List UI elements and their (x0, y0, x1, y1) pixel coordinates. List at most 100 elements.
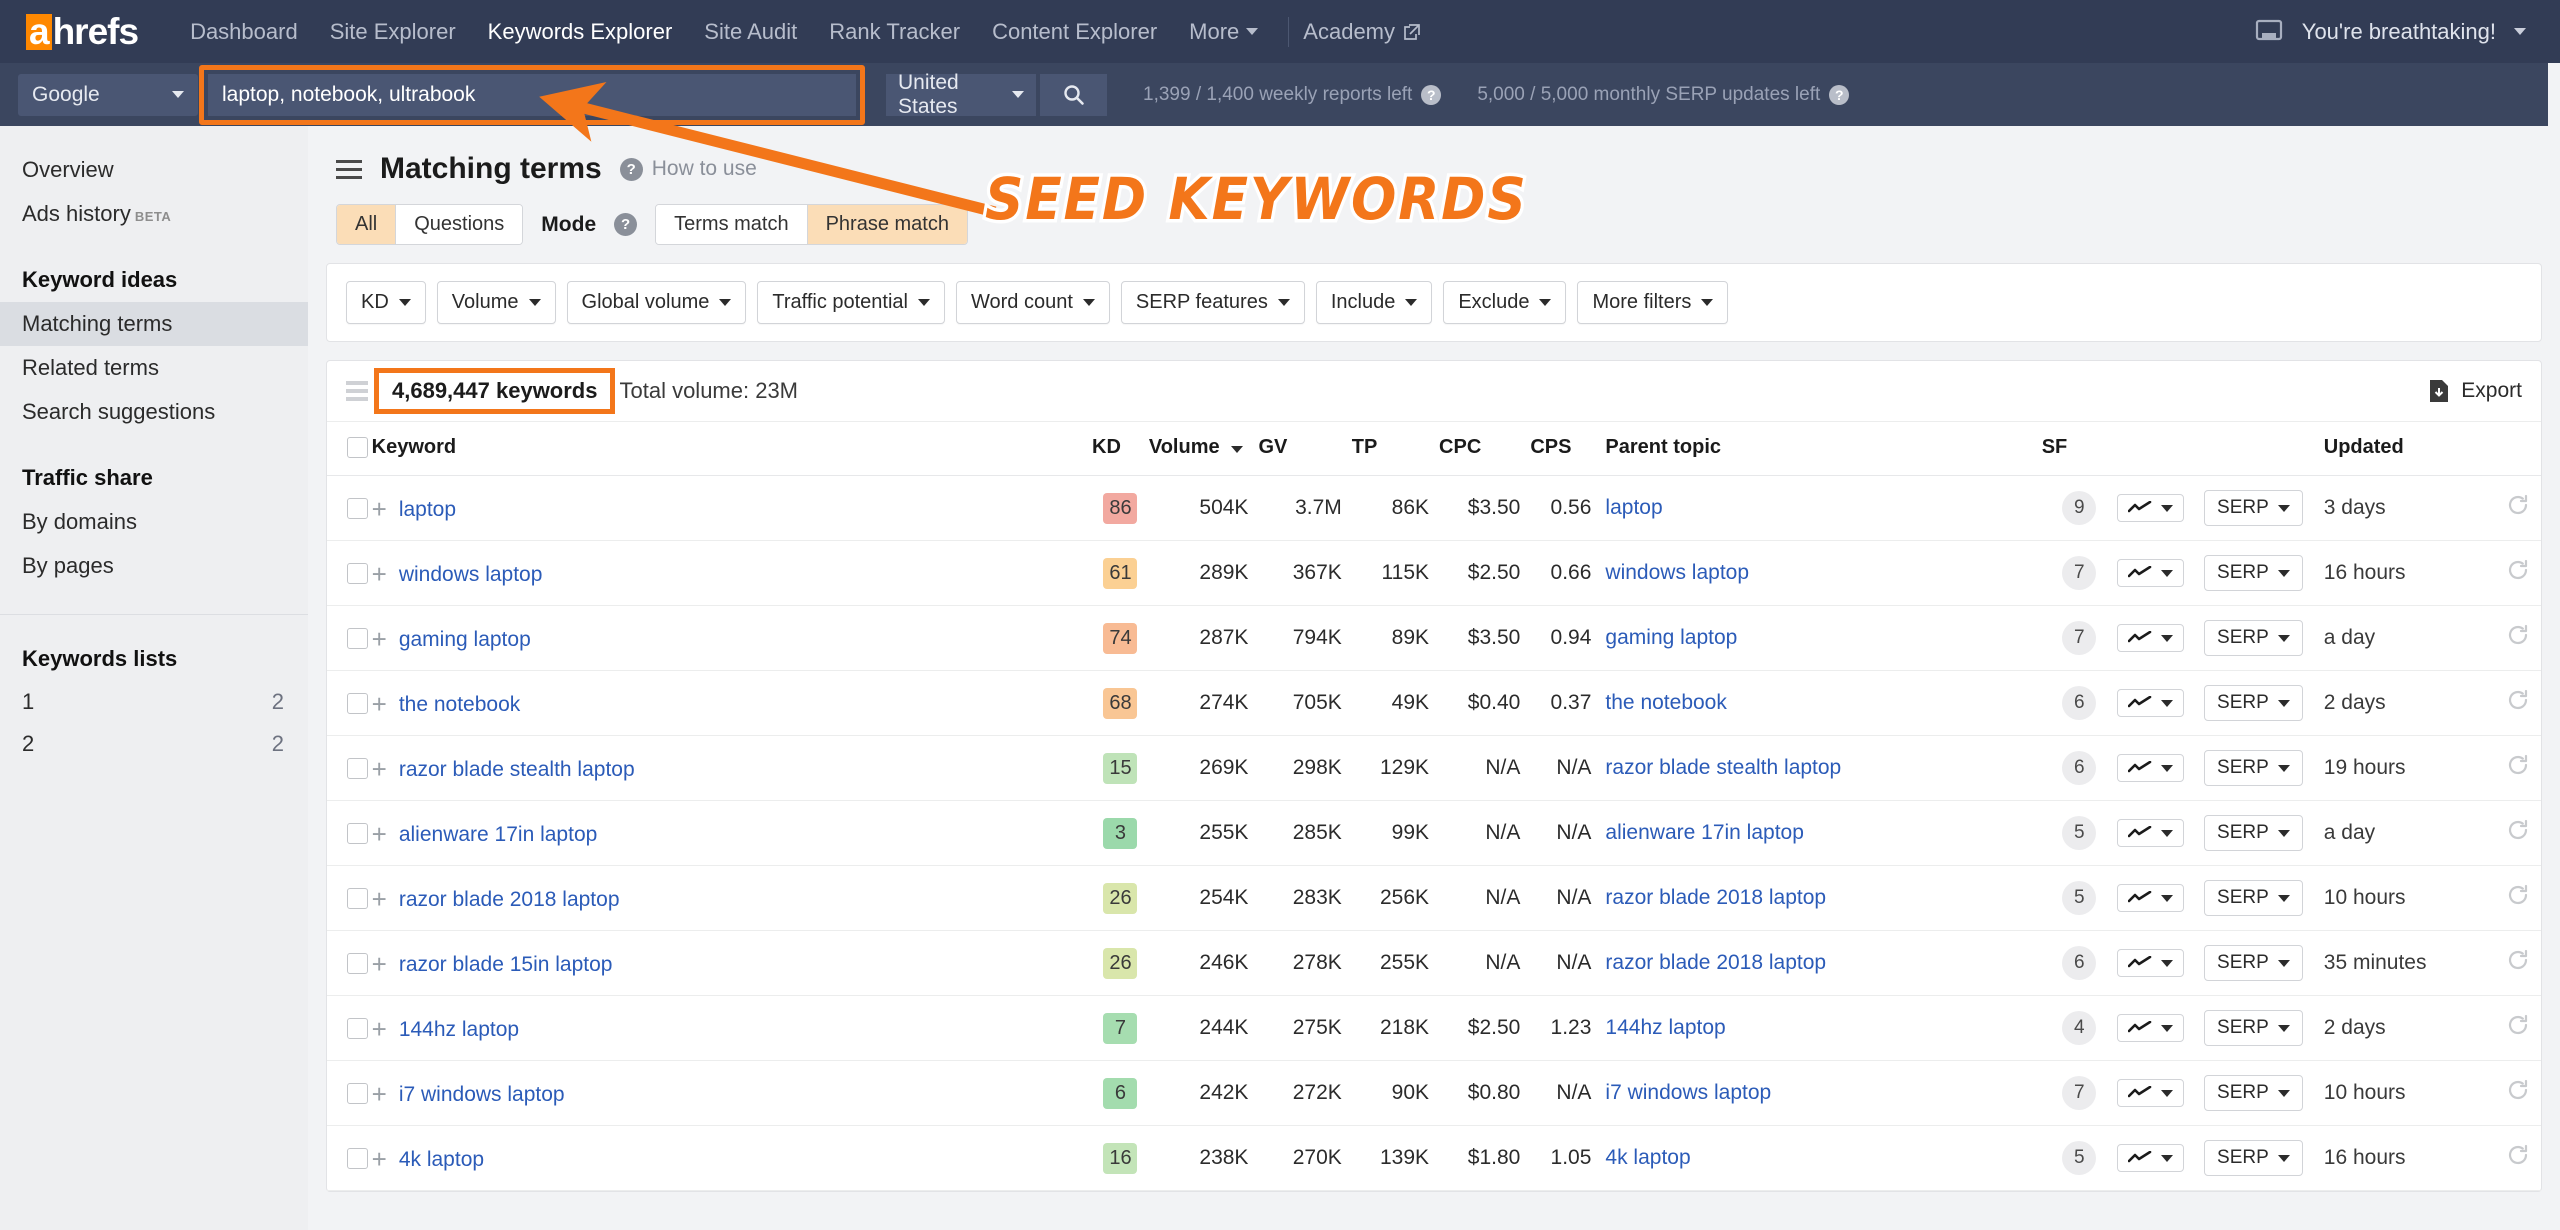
sidebar-toggle-icon[interactable] (336, 159, 362, 179)
trend-button[interactable] (2116, 559, 2184, 587)
th-cps[interactable]: CPS (1530, 422, 1606, 476)
help-icon[interactable]: ? (1829, 84, 1850, 105)
sidebar-item-keywords-list-1[interactable]: 1 2 (0, 681, 308, 723)
parent-topic-link[interactable]: 144hz laptop (1605, 1016, 1725, 1039)
keyword-link[interactable]: 4k laptop (399, 1148, 484, 1171)
row-checkbox[interactable] (347, 692, 368, 714)
serp-button[interactable]: SERP (2204, 945, 2303, 981)
refresh-icon[interactable] (2506, 623, 2530, 647)
trend-button[interactable] (2116, 1079, 2184, 1107)
tab-phrase-match[interactable]: Phrase match (807, 205, 967, 244)
sidebar-item-by-pages[interactable]: By pages (0, 544, 308, 588)
serp-button[interactable]: SERP (2204, 555, 2303, 591)
serp-button[interactable]: SERP (2204, 1075, 2303, 1111)
search-engine-select[interactable]: Google (18, 73, 198, 116)
refresh-icon[interactable] (2506, 1143, 2530, 1167)
add-keyword-icon[interactable]: + (372, 624, 387, 654)
row-checkbox[interactable] (347, 887, 368, 909)
refresh-icon[interactable] (2506, 493, 2530, 517)
refresh-icon[interactable] (2506, 818, 2530, 842)
serp-button[interactable]: SERP (2204, 750, 2303, 786)
keyword-link[interactable]: alienware 17in laptop (399, 823, 597, 846)
row-checkbox[interactable] (347, 497, 368, 519)
help-icon[interactable]: ? (1421, 84, 1442, 105)
filter-word-count[interactable]: Word count (955, 281, 1110, 324)
filter-serp-features[interactable]: SERP features (1120, 281, 1305, 324)
tab-terms-match[interactable]: Terms match (656, 205, 808, 244)
add-keyword-icon[interactable]: + (372, 819, 387, 849)
search-button[interactable] (1039, 73, 1107, 116)
nav-link-more[interactable]: More (1173, 0, 1274, 63)
keyword-link[interactable]: i7 windows laptop (399, 1083, 565, 1106)
chevron-down-icon[interactable] (2514, 28, 2526, 35)
parent-topic-link[interactable]: razor blade stealth laptop (1605, 756, 1841, 779)
th-keyword[interactable]: Keyword (371, 422, 1093, 476)
add-keyword-icon[interactable]: + (372, 1014, 387, 1044)
parent-topic-link[interactable]: 4k laptop (1605, 1146, 1690, 1169)
row-checkbox[interactable] (347, 562, 368, 584)
sidebar-item-related-terms[interactable]: Related terms (0, 346, 308, 390)
nav-link-academy[interactable]: Academy (1303, 19, 1421, 45)
th-kd[interactable]: KD (1092, 422, 1149, 476)
sidebar-item-ads-history[interactable]: Ads history BETA (0, 192, 308, 236)
parent-topic-link[interactable]: alienware 17in laptop (1605, 821, 1803, 844)
add-keyword-icon[interactable]: + (372, 754, 387, 784)
parent-topic-link[interactable]: i7 windows laptop (1605, 1081, 1771, 1104)
filter-kd[interactable]: KD (346, 281, 426, 324)
serp-button[interactable]: SERP (2204, 490, 2303, 526)
serp-button[interactable]: SERP (2204, 1140, 2303, 1176)
sidebar-item-search-suggestions[interactable]: Search suggestions (0, 390, 308, 434)
how-to-use-link[interactable]: ? How to use (619, 157, 757, 181)
filter-more-filters[interactable]: More filters (1577, 281, 1729, 324)
filter-exclude[interactable]: Exclude (1443, 281, 1567, 324)
trend-button[interactable] (2116, 884, 2184, 912)
filter-include[interactable]: Include (1315, 281, 1433, 324)
trend-button[interactable] (2116, 819, 2184, 847)
add-keyword-icon[interactable]: + (372, 559, 387, 589)
serp-button[interactable]: SERP (2204, 685, 2303, 721)
nav-link-site-audit[interactable]: Site Audit (688, 0, 813, 63)
th-tp[interactable]: TP (1351, 422, 1440, 476)
columns-toggle-icon[interactable] (346, 381, 368, 401)
refresh-icon[interactable] (2506, 883, 2530, 907)
serp-button[interactable]: SERP (2204, 880, 2303, 916)
add-keyword-icon[interactable]: + (372, 884, 387, 914)
row-checkbox[interactable] (347, 757, 368, 779)
keyword-link[interactable]: razor blade stealth laptop (399, 758, 635, 781)
nav-link-site-explorer[interactable]: Site Explorer (314, 0, 472, 63)
nav-link-rank-tracker[interactable]: Rank Tracker (813, 0, 976, 63)
trend-button[interactable] (2116, 1014, 2184, 1042)
th-gv[interactable]: GV (1258, 422, 1352, 476)
trend-button[interactable] (2116, 754, 2184, 782)
refresh-icon[interactable] (2506, 753, 2530, 777)
th-parent-topic[interactable]: Parent topic (1605, 422, 2042, 476)
sidebar-item-by-domains[interactable]: By domains (0, 500, 308, 544)
monitor-icon[interactable] (2254, 19, 2284, 45)
keyword-link[interactable]: gaming laptop (399, 628, 531, 651)
tab-questions[interactable]: Questions (396, 205, 523, 244)
add-keyword-icon[interactable]: + (372, 1144, 387, 1174)
ahrefs-logo[interactable]: a hrefs (26, 11, 139, 53)
parent-topic-link[interactable]: razor blade 2018 laptop (1605, 886, 1826, 909)
serp-button[interactable]: SERP (2204, 815, 2303, 851)
filter-volume[interactable]: Volume (436, 281, 556, 324)
keyword-link[interactable]: razor blade 15in laptop (399, 953, 613, 976)
page-scrollbar[interactable] (2548, 63, 2560, 1230)
user-menu[interactable]: You're breathtaking! (2254, 19, 2526, 45)
add-keyword-icon[interactable]: + (372, 494, 387, 524)
sidebar-item-matching-terms[interactable]: Matching terms (0, 302, 308, 346)
filter-global-volume[interactable]: Global volume (566, 281, 747, 324)
row-checkbox[interactable] (347, 1147, 368, 1169)
refresh-icon[interactable] (2506, 1078, 2530, 1102)
th-updated[interactable]: Updated (2323, 422, 2495, 476)
trend-button[interactable] (2116, 1144, 2184, 1172)
parent-topic-link[interactable]: razor blade 2018 laptop (1605, 951, 1826, 974)
trend-button[interactable] (2116, 624, 2184, 652)
sidebar-item-overview[interactable]: Overview (0, 148, 308, 192)
refresh-icon[interactable] (2506, 688, 2530, 712)
serp-button[interactable]: SERP (2204, 620, 2303, 656)
refresh-icon[interactable] (2506, 948, 2530, 972)
th-sf[interactable]: SF (2041, 422, 2117, 476)
refresh-icon[interactable] (2506, 1013, 2530, 1037)
keyword-link[interactable]: the notebook (399, 693, 520, 716)
